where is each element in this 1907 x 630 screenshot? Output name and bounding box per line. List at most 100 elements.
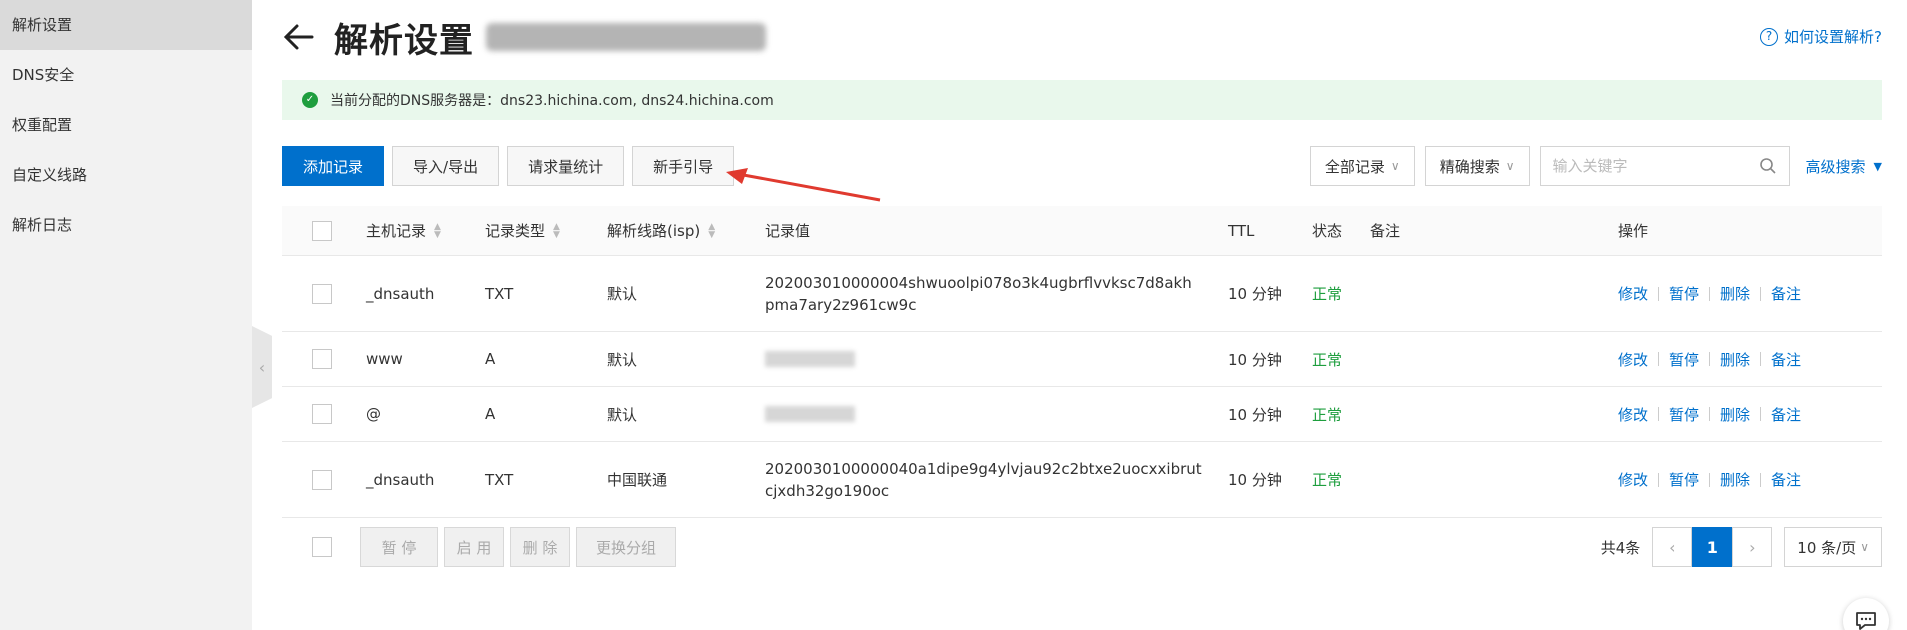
sidebar-item-dns-security[interactable]: DNS安全 <box>0 50 252 100</box>
search-mode-label: 精确搜索 <box>1439 157 1500 176</box>
divider <box>1709 352 1711 366</box>
value-line-1: 2020030100000040a1dipe9g4ylvjau92c2btxe2… <box>765 459 1202 478</box>
bulk-delete-button[interactable]: 删 除 <box>510 527 570 567</box>
sidebar-item-weight-config[interactable]: 权重配置 <box>0 100 252 150</box>
chat-support-button[interactable] <box>1843 598 1889 630</box>
value-line-1: 202003010000004shwuoolpi078o3k4ugbrflvvk… <box>765 273 1192 292</box>
ttl-cell: 10 分钟 <box>1228 350 1282 369</box>
caret-down-icon: ▼ <box>1873 159 1882 173</box>
prev-page-button[interactable]: ‹ <box>1652 527 1693 567</box>
divider <box>1760 407 1762 421</box>
footer-select-all-checkbox[interactable] <box>312 537 332 557</box>
remark-button[interactable]: 备注 <box>1771 283 1801 304</box>
sort-icon: ▲ ▼ <box>708 221 716 240</box>
ttl-cell: 10 分钟 <box>1228 405 1282 424</box>
column-header-host[interactable]: 主机记录 ▲ ▼ <box>366 206 441 255</box>
delete-button[interactable]: 删除 <box>1720 283 1750 304</box>
edit-button[interactable]: 修改 <box>1618 469 1648 490</box>
divider <box>1760 352 1762 366</box>
sort-icon: ▲ ▼ <box>553 221 560 240</box>
chevron-left-icon: ‹ <box>1669 537 1676 557</box>
back-arrow-icon[interactable] <box>282 20 316 54</box>
table-header-row: 主机记录 ▲ ▼ 记录类型 ▲ ▼ 解析线路(isp) ▲ ▼ 记录值 TTL 状态 … <box>282 206 1882 256</box>
header-label: 解析线路(isp) <box>607 222 701 240</box>
remark-button[interactable]: 备注 <box>1771 404 1801 425</box>
bulk-enable-button[interactable]: 启 用 <box>444 527 504 567</box>
delete-button[interactable]: 删除 <box>1720 404 1750 425</box>
edit-button[interactable]: 修改 <box>1618 404 1648 425</box>
row-checkbox[interactable] <box>312 469 332 490</box>
delete-button[interactable]: 删除 <box>1720 349 1750 370</box>
beginner-guide-button[interactable]: 新手引导 <box>632 146 735 186</box>
column-header-line[interactable]: 解析线路(isp) ▲ ▼ <box>607 206 715 255</box>
add-record-button[interactable]: 添加记录 <box>282 146 385 186</box>
value-line-2: cjxdh32go190oc <box>765 481 890 500</box>
column-header-ops: 操作 <box>1618 222 1649 240</box>
line-cell: 默认 <box>607 405 638 424</box>
select-all-checkbox[interactable] <box>312 220 332 241</box>
column-header-type[interactable]: 记录类型 ▲ ▼ <box>485 206 560 255</box>
header-label: 记录类型 <box>485 222 546 240</box>
table-row: www A 默认 10 分钟 正常 修改 暂停 删除 备注 <box>282 332 1882 387</box>
main-content: 解析设置 ? 如何设置解析? ✓ 当前分配的DNS服务器是：dns23.hich… <box>282 0 1882 630</box>
edit-button[interactable]: 修改 <box>1618 283 1648 304</box>
edit-button[interactable]: 修改 <box>1618 349 1648 370</box>
remark-button[interactable]: 备注 <box>1771 349 1801 370</box>
divider <box>1760 286 1762 301</box>
host-cell: _dnsauth <box>366 284 435 303</box>
record-filter-dropdown[interactable]: 全部记录 ∨ <box>1309 146 1415 186</box>
sidebar-collapse-handle[interactable]: ‹ <box>252 326 272 408</box>
type-cell: A <box>485 405 496 423</box>
divider <box>1658 472 1660 487</box>
page-number-button[interactable]: 1 <box>1692 527 1733 567</box>
column-header-status: 状态 <box>1312 222 1343 240</box>
status-badge: 正常 <box>1312 350 1343 369</box>
sort-icon: ▲ ▼ <box>434 221 441 240</box>
type-cell: TXT <box>485 470 514 489</box>
line-cell: 默认 <box>607 350 638 369</box>
page-size-dropdown[interactable]: 10 条/页 ∨ <box>1784 527 1882 567</box>
divider <box>1709 286 1711 301</box>
divider <box>1709 472 1711 487</box>
next-page-button[interactable]: › <box>1732 527 1773 567</box>
search-mode-dropdown[interactable]: 精确搜索 ∨ <box>1424 146 1530 186</box>
row-actions: 修改 暂停 删除 备注 <box>1618 332 1801 386</box>
pause-button[interactable]: 暂停 <box>1669 469 1699 490</box>
toolbar: 添加记录 导入/导出 请求量统计 新手引导 <box>282 146 742 186</box>
chevron-right-icon: › <box>1749 537 1756 557</box>
pause-button[interactable]: 暂停 <box>1669 283 1699 304</box>
change-group-button[interactable]: 更换分组 <box>576 527 676 567</box>
advanced-search-link[interactable]: 高级搜索 ▼ <box>1806 156 1882 177</box>
help-link[interactable]: ? 如何设置解析? <box>1760 26 1882 47</box>
row-checkbox[interactable] <box>312 283 332 304</box>
row-checkbox[interactable] <box>312 349 332 369</box>
table-row: @ A 默认 10 分钟 正常 修改 暂停 删除 备注 <box>282 387 1882 442</box>
sidebar-item-custom-line[interactable]: 自定义线路 <box>0 150 252 200</box>
delete-button[interactable]: 删除 <box>1720 469 1750 490</box>
annotation-arrow <box>726 168 881 202</box>
check-circle-icon: ✓ <box>302 92 318 108</box>
header-label: 主机记录 <box>366 222 427 240</box>
remark-button[interactable]: 备注 <box>1771 469 1801 490</box>
bulk-pause-button[interactable]: 暂 停 <box>360 527 438 567</box>
chevron-down-icon: ∨ <box>1390 159 1400 173</box>
row-actions: 修改 暂停 删除 备注 <box>1618 442 1801 517</box>
ttl-cell: 10 分钟 <box>1228 285 1282 303</box>
sidebar-item-dns-settings[interactable]: 解析设置 <box>0 0 252 50</box>
pause-button[interactable]: 暂停 <box>1669 349 1699 370</box>
request-stats-button[interactable]: 请求量统计 <box>507 146 625 186</box>
import-export-button[interactable]: 导入/导出 <box>392 146 500 186</box>
page-header: 解析设置 <box>282 12 766 62</box>
table-footer: 暂 停 启 用 删 除 更换分组 共4条 ‹ 1 › 10 条/页 ∨ <box>282 522 1882 572</box>
pause-button[interactable]: 暂停 <box>1669 404 1699 425</box>
sidebar-item-dns-log[interactable]: 解析日志 <box>0 200 252 250</box>
row-checkbox[interactable] <box>312 404 332 424</box>
redacted-value <box>765 351 855 367</box>
search-icon[interactable] <box>1759 157 1777 175</box>
host-cell: @ <box>366 405 381 423</box>
value-cell: 202003010000004shwuoolpi078o3k4ugbrflvvk… <box>765 256 1192 331</box>
search-input[interactable] <box>1552 157 1759 175</box>
line-cell: 中国联通 <box>607 471 668 489</box>
status-badge: 正常 <box>1312 471 1343 489</box>
chevron-down-icon: ∨ <box>1505 159 1515 173</box>
